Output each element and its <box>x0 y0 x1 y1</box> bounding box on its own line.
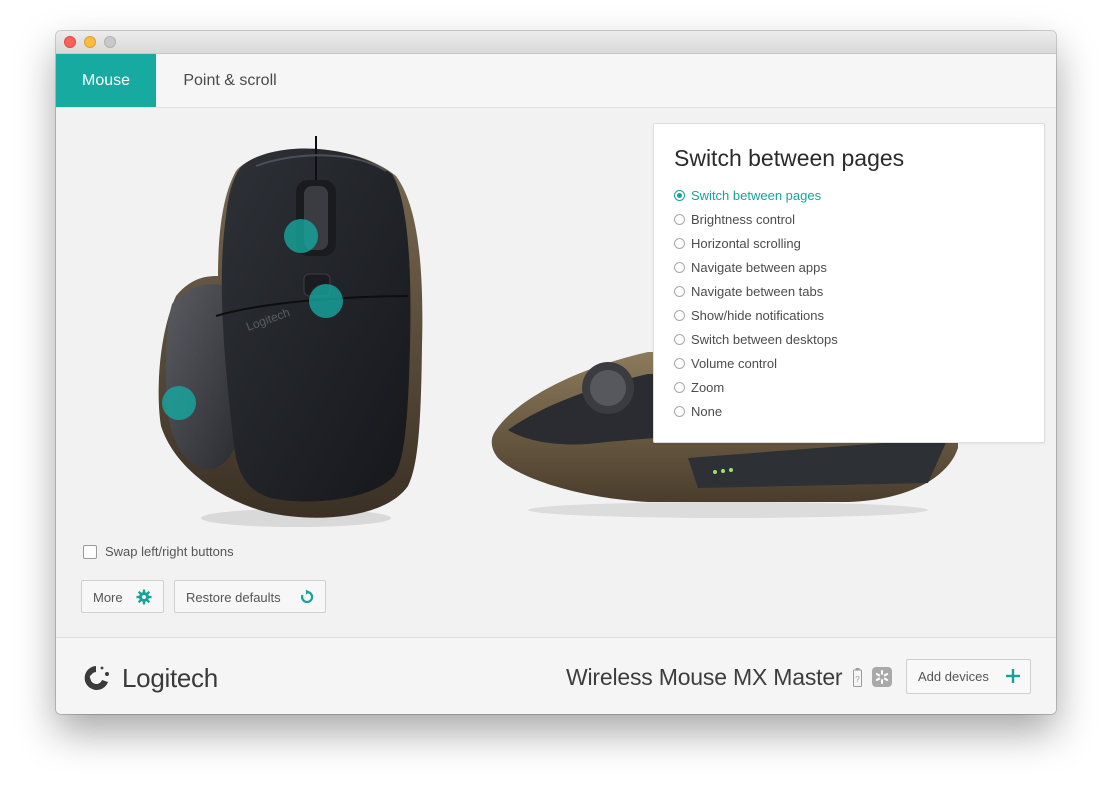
radio-icon <box>674 382 685 394</box>
minimize-window-button[interactable] <box>84 36 96 48</box>
radio-icon <box>674 406 685 418</box>
radio-icon <box>674 286 685 298</box>
tab-mouse[interactable]: Mouse <box>56 54 156 107</box>
swap-buttons-label: Swap left/right buttons <box>105 544 234 559</box>
option-navigate-between-tabs[interactable]: Navigate between tabs <box>674 282 823 302</box>
logo-text: Logitech <box>122 663 218 693</box>
option-switch-between-desktops[interactable]: Switch between desktops <box>674 330 838 350</box>
option-zoom[interactable]: Zoom <box>674 378 724 398</box>
radio-icon <box>674 310 685 322</box>
logitech-logo-icon <box>84 666 109 690</box>
device-name: Wireless Mouse MX Master <box>566 664 843 690</box>
restore-defaults-button[interactable]: Restore defaults <box>174 580 326 613</box>
more-button[interactable]: More <box>81 580 164 613</box>
hotspot-middle-button[interactable] <box>309 284 343 318</box>
battery-icon: ? <box>853 668 862 687</box>
gear-icon <box>136 589 152 605</box>
add-devices-button[interactable]: Add devices <box>906 659 1031 694</box>
tab-bar: Mouse Point & scroll <box>56 54 1056 108</box>
main-content: Logitech Switch between pages Switch bet… <box>56 108 1056 637</box>
hotspot-scroll-wheel[interactable] <box>284 219 318 253</box>
plus-icon <box>1006 669 1020 683</box>
close-window-button[interactable] <box>64 36 76 48</box>
option-navigate-between-apps[interactable]: Navigate between apps <box>674 258 827 278</box>
radio-icon <box>674 358 685 370</box>
option-show-hide-notifications[interactable]: Show/hide notifications <box>674 306 824 326</box>
action-options-panel: Switch between pages Switch between page… <box>653 123 1045 443</box>
option-volume-control[interactable]: Volume control <box>674 354 777 374</box>
mouse-top-view-image: Logitech <box>158 136 423 527</box>
tab-point-and-scroll[interactable]: Point & scroll <box>160 54 300 107</box>
svg-text:?: ? <box>855 675 860 684</box>
radio-icon <box>674 238 685 250</box>
panel-title: Switch between pages <box>674 145 905 171</box>
unifying-receiver-icon <box>872 667 892 687</box>
radio-icon <box>674 214 685 226</box>
app-window: Mouse Point & scroll Logitech Switch bet… <box>56 31 1056 714</box>
radio-icon <box>674 262 685 274</box>
zoom-window-button[interactable] <box>104 36 116 48</box>
swap-buttons-checkbox[interactable] <box>83 544 97 559</box>
option-switch-between-pages[interactable]: Switch between pages <box>674 186 821 206</box>
swap-buttons-row[interactable]: Swap left/right buttons <box>83 543 234 561</box>
option-horizontal-scrolling[interactable]: Horizontal scrolling <box>674 234 801 254</box>
footer-bar: Logitech Wireless Mouse MX Master ? Add … <box>56 637 1056 714</box>
radio-icon <box>674 334 685 346</box>
option-brightness-control[interactable]: Brightness control <box>674 210 795 230</box>
hotspot-thumb-button[interactable] <box>162 386 196 420</box>
title-bar <box>56 31 1056 54</box>
restore-icon <box>300 589 314 604</box>
radio-selected-icon <box>674 190 685 202</box>
option-none[interactable]: None <box>674 402 722 422</box>
